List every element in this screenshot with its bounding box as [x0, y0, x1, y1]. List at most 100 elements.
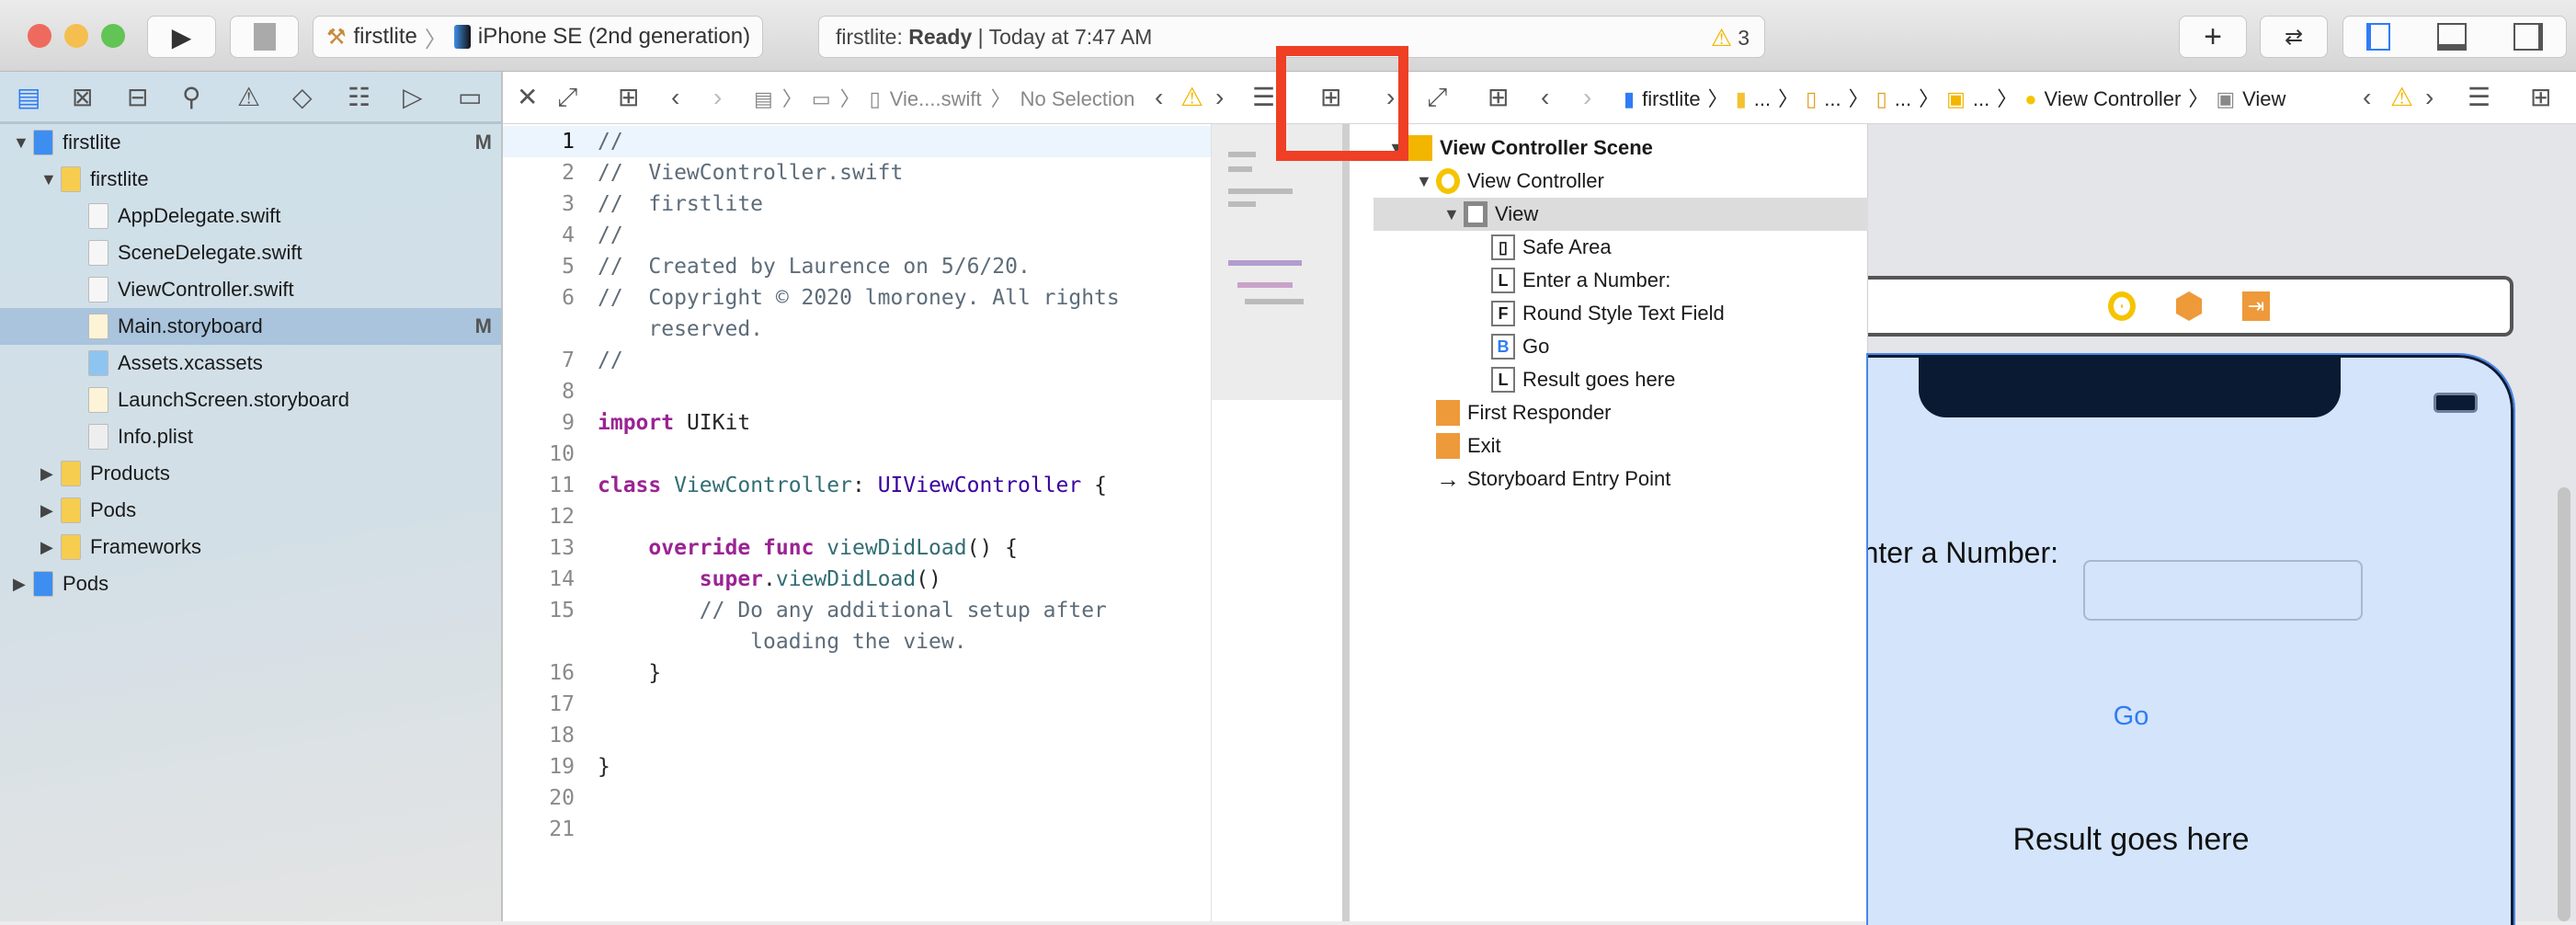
warning-icon[interactable]: ⚠: [2390, 83, 2413, 112]
canvas-scrollbar[interactable]: [2558, 487, 2570, 921]
code-line[interactable]: 18: [503, 720, 1211, 751]
enter-number-label[interactable]: Enter a Number:: [1868, 536, 2058, 570]
code-line[interactable]: 9 import UIKit: [503, 407, 1211, 439]
project-navigator-tab-icon[interactable]: ▤: [17, 83, 40, 112]
code-line[interactable]: 2 // ViewController.swift: [503, 157, 1211, 188]
editor-breadcrumb[interactable]: ▤ 〉 ▭ 〉 ▯ Vie....swift 〉 No Selection: [754, 85, 1134, 114]
report-tab-icon[interactable]: ▭: [458, 83, 482, 112]
navigator-item[interactable]: ▶ Products: [0, 455, 501, 492]
debug-tab-icon[interactable]: ☷: [348, 83, 370, 112]
stop-button[interactable]: [230, 16, 299, 58]
code-line[interactable]: 11 class ViewController: UIViewController…: [503, 470, 1211, 501]
expand-editor-icon[interactable]: ⤢: [557, 83, 577, 112]
code-line[interactable]: 8: [503, 376, 1211, 407]
code-line[interactable]: 5 // Created by Laurence on 5/6/20.: [503, 251, 1211, 282]
code-line[interactable]: 4 //: [503, 220, 1211, 251]
toggle-navigator-button[interactable]: [2366, 23, 2391, 51]
outline-item[interactable]: ▯ Safe Area: [1373, 231, 1868, 264]
first-responder-icon[interactable]: [2176, 291, 2202, 321]
prev-issue-icon[interactable]: ‹: [1155, 83, 1163, 112]
outline-item[interactable]: → Storyboard Entry Point: [1373, 462, 1868, 496]
zoom-window-button[interactable]: [101, 24, 125, 48]
next-issue-icon[interactable]: ›: [2425, 83, 2434, 112]
outline-item[interactable]: ▼ View: [1373, 198, 1868, 231]
storyboard-canvas[interactable]: ⇥ Enter a Number: Go Result goes here: [1866, 124, 2576, 925]
editor-options-icon[interactable]: ☰: [2468, 83, 2491, 112]
view-controller-icon[interactable]: [2108, 291, 2136, 321]
canvas-breadcrumb[interactable]: ▮ firstlite 〉 ▮... 〉 ▯... 〉 ▯... 〉 ▣... 〉 ● Vie…: [1624, 85, 2285, 114]
result-label[interactable]: Result goes here: [1947, 822, 2315, 858]
minimize-window-button[interactable]: [64, 24, 88, 48]
navigator-item[interactable]: AppDelegate.swift: [0, 198, 501, 234]
disclosure-triangle-icon[interactable]: ▼: [40, 170, 61, 189]
code-line[interactable]: 1 //: [503, 126, 1211, 157]
outline-item[interactable]: First Responder: [1373, 396, 1868, 429]
code-line[interactable]: 7 //: [503, 345, 1211, 376]
disclosure-triangle-icon[interactable]: ▼: [13, 133, 33, 153]
find-tab-icon[interactable]: ⚲: [182, 83, 201, 112]
outline-item[interactable]: Exit: [1373, 429, 1868, 462]
toggle-inspectors-button[interactable]: [2513, 23, 2543, 51]
navigator-item[interactable]: Assets.xcassets: [0, 345, 501, 382]
code-line[interactable]: 17: [503, 689, 1211, 720]
editor-options-icon[interactable]: ☰: [1252, 83, 1275, 112]
code-line[interactable]: 15 // Do any additional setup after: [503, 595, 1211, 626]
navigator-item[interactable]: ▼ firstlite: [0, 161, 501, 198]
disclosure-triangle-icon[interactable]: ▶: [13, 575, 33, 594]
code-line[interactable]: 6 // Copyright © 2020 lmoroney. All right…: [503, 282, 1211, 314]
outline-item[interactable]: ▼ View Controller: [1373, 165, 1868, 198]
editor-split-divider[interactable]: [1342, 124, 1373, 921]
toggle-debug-area-button[interactable]: [2436, 23, 2467, 51]
scheme-selector[interactable]: ⚒ firstlite 〉 iPhone SE (2nd generation): [313, 16, 763, 58]
code-line[interactable]: loading the view.: [503, 626, 1211, 657]
code-line[interactable]: 12: [503, 501, 1211, 532]
navigator-item[interactable]: ▶ Frameworks: [0, 529, 501, 565]
minimap[interactable]: [1211, 124, 1342, 921]
navigator-item[interactable]: SceneDelegate.swift: [0, 234, 501, 271]
expand-editor-icon[interactable]: ⤢: [1427, 83, 1447, 112]
navigator-item[interactable]: LaunchScreen.storyboard: [0, 382, 501, 418]
disclosure-triangle-icon[interactable]: ▶: [40, 501, 61, 520]
back-icon[interactable]: ‹: [671, 83, 679, 112]
run-button[interactable]: ▶: [147, 16, 216, 58]
forward-icon[interactable]: ›: [1583, 83, 1591, 112]
navigator-item[interactable]: ▶ Pods: [0, 492, 501, 529]
test-tab-icon[interactable]: ◇: [292, 83, 313, 112]
prev-issue-icon[interactable]: ‹: [2363, 83, 2371, 112]
related-items-icon[interactable]: ⊞: [1487, 83, 1509, 112]
code-line[interactable]: 21: [503, 814, 1211, 845]
back-icon[interactable]: ‹: [1541, 83, 1549, 112]
navigator-item[interactable]: Main.storyboard M: [0, 308, 501, 345]
navigator-item[interactable]: ▶ Pods: [0, 565, 501, 602]
library-button[interactable]: +: [2179, 16, 2247, 58]
code-line[interactable]: 3 // firstlite: [503, 188, 1211, 220]
outline-item[interactable]: L Enter a Number:: [1373, 264, 1868, 297]
add-editor-icon[interactable]: ⊞: [2530, 83, 2551, 112]
code-line[interactable]: 14 super.viewDidLoad(): [503, 564, 1211, 595]
source-control-tab-icon[interactable]: ⊠: [72, 83, 93, 112]
navigator-item[interactable]: ViewController.swift: [0, 271, 501, 308]
code-line[interactable]: reserved.: [503, 314, 1211, 345]
warnings-indicator[interactable]: ⚠ 3: [1711, 24, 1750, 52]
breakpoint-tab-icon[interactable]: ▷: [403, 83, 423, 112]
close-editor-icon[interactable]: ✕: [517, 83, 538, 112]
outline-item[interactable]: F Round Style Text Field: [1373, 297, 1868, 330]
outline-item[interactable]: ▼ View Controller Scene: [1373, 131, 1868, 165]
phone-view[interactable]: Enter a Number: Go Result goes here: [1866, 353, 2515, 925]
exit-icon[interactable]: ⇥: [2242, 291, 2270, 321]
navigator-item[interactable]: Info.plist: [0, 418, 501, 455]
forward-icon[interactable]: ›: [713, 83, 722, 112]
code-line[interactable]: 20: [503, 782, 1211, 814]
disclosure-triangle-icon[interactable]: ▼: [1416, 172, 1436, 191]
warning-icon[interactable]: ⚠: [1180, 83, 1203, 112]
next-issue-icon[interactable]: ›: [1215, 83, 1224, 112]
outline-item[interactable]: L Result goes here: [1373, 363, 1868, 396]
related-items-icon[interactable]: ⊞: [618, 83, 639, 112]
navigator-item[interactable]: ▼ firstlite M: [0, 124, 501, 161]
code-line[interactable]: 19}: [503, 751, 1211, 782]
outline-item[interactable]: B Go: [1373, 330, 1868, 363]
disclosure-triangle-icon[interactable]: ▶: [40, 464, 61, 484]
issue-tab-icon[interactable]: ⚠: [237, 83, 260, 112]
close-window-button[interactable]: [28, 24, 51, 48]
number-text-field[interactable]: [2083, 560, 2363, 621]
